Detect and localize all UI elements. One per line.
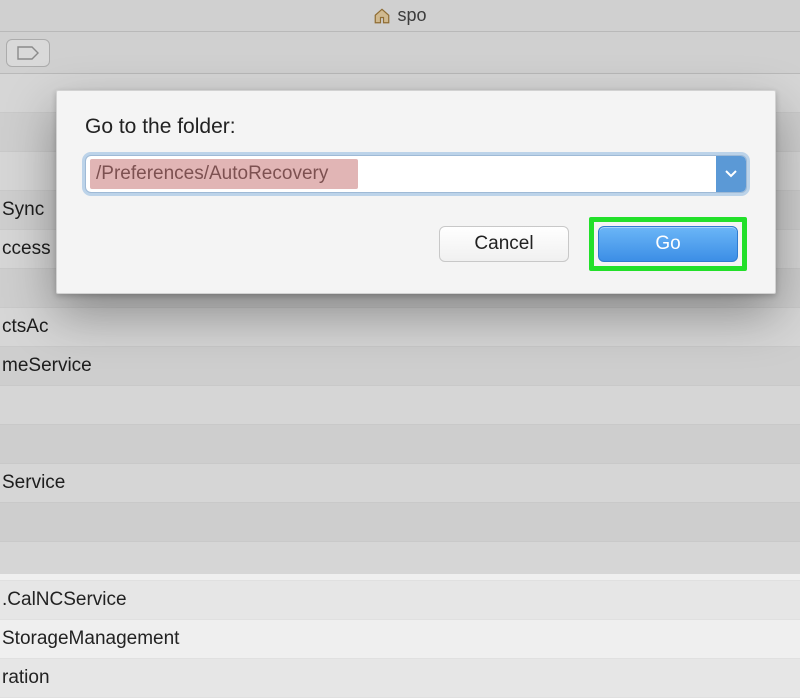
cancel-button-label: Cancel xyxy=(474,233,533,255)
list-item[interactable]: ration xyxy=(0,659,800,698)
history-dropdown-button[interactable] xyxy=(716,156,746,192)
go-button-label: Go xyxy=(655,233,680,255)
dialog-button-row: Cancel Go xyxy=(85,217,747,271)
go-button-highlight: Go xyxy=(589,217,747,271)
dialog-title: Go to the folder: xyxy=(85,115,747,139)
path-input-container xyxy=(85,155,747,193)
go-to-folder-dialog: Go to the folder: Cancel Go xyxy=(56,90,776,294)
cancel-button[interactable]: Cancel xyxy=(439,226,569,262)
list-item[interactable]: StorageManagement xyxy=(0,620,800,659)
go-button[interactable]: Go xyxy=(598,226,738,262)
path-input[interactable] xyxy=(86,156,716,192)
list-item[interactable]: .CalNCService xyxy=(0,581,800,620)
